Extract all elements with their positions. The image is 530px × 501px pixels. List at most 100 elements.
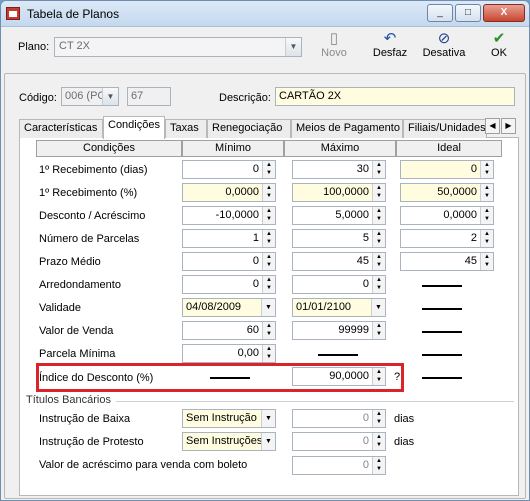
col-header-maximo: Máximo xyxy=(284,140,396,157)
tab-scroll-left-icon[interactable]: ◀ xyxy=(485,118,500,134)
baixa-select[interactable]: Sem Instrução ▼ xyxy=(182,409,276,428)
min-field[interactable]: 0 ▲ ▼ xyxy=(182,252,276,271)
spinner-icon[interactable]: ▲ ▼ xyxy=(480,253,493,270)
spinner-icon[interactable]: ▲ ▼ xyxy=(480,230,493,247)
min-field[interactable]: 0,00 ▲ ▼ xyxy=(182,344,276,363)
ideal-field[interactable]: 2 ▲ ▼ xyxy=(400,229,494,248)
maximize-button[interactable]: □ xyxy=(455,4,481,22)
plano-label: Plano: xyxy=(18,41,50,53)
check-icon: ✔ xyxy=(492,30,506,47)
codigo-select[interactable]: 006 (PC ▼ xyxy=(61,87,119,106)
max-field[interactable]: 5,0000 ▲ ▼ xyxy=(292,206,386,225)
min-field[interactable]: 0 ▲ ▼ xyxy=(182,275,276,294)
acrescimo-field[interactable]: 0 ▲ ▼ xyxy=(292,456,386,475)
spinner-icon[interactable]: ▲ ▼ xyxy=(262,230,275,247)
chevron-down-icon[interactable]: ▼ xyxy=(371,299,385,316)
spinner-icon[interactable]: ▲ ▼ xyxy=(372,276,385,293)
max-field[interactable]: 45 ▲ ▼ xyxy=(292,252,386,271)
spinner-icon[interactable]: ▲ ▼ xyxy=(480,184,493,201)
max-field[interactable]: 5 ▲ ▼ xyxy=(292,229,386,248)
min-field[interactable]: 60 ▲ ▼ xyxy=(182,321,276,340)
spinner-icon[interactable]: ▲ ▼ xyxy=(372,433,385,450)
max-value: 01/01/2100 xyxy=(296,301,352,313)
ideal-value: 2 xyxy=(470,232,477,244)
descricao-label: Descrição: xyxy=(219,92,271,104)
tab-scroll-right-icon[interactable]: ▶ xyxy=(501,118,516,134)
baixa-days-field[interactable]: 0 ▲ ▼ xyxy=(292,409,386,428)
close-button[interactable]: X xyxy=(483,4,525,22)
ideal-field[interactable]: 50,0000 ▲ ▼ xyxy=(400,183,494,202)
tab-caracteristicas[interactable]: Características xyxy=(19,119,103,138)
minimize-button[interactable]: _ xyxy=(427,4,453,22)
chevron-down-icon[interactable]: ▼ xyxy=(102,88,118,105)
max-value: 100,0000 xyxy=(323,186,369,198)
ok-button[interactable]: ✔ OK xyxy=(484,30,514,66)
tab-meios-de-pagamento[interactable]: Meios de Pagamento xyxy=(291,119,403,138)
spinner-icon[interactable]: ▲ ▼ xyxy=(372,184,385,201)
spinner-icon[interactable]: ▲ ▼ xyxy=(372,161,385,178)
protesto-days-field[interactable]: 0 ▲ ▼ xyxy=(292,432,386,451)
spinner-icon[interactable]: ▲ ▼ xyxy=(262,207,275,224)
min-field[interactable]: 0 ▲ ▼ xyxy=(182,160,276,179)
max-field[interactable]: 99999 ▲ ▼ xyxy=(292,321,386,340)
row-label: Parcela Mínima xyxy=(39,348,116,360)
min-value: -10,0000 xyxy=(215,209,259,221)
tab-bar: Características Condições Taxas Renegoci… xyxy=(19,116,519,139)
ideal-field[interactable]: 45 ▲ ▼ xyxy=(400,252,494,271)
chevron-down-icon[interactable]: ▼ xyxy=(261,299,275,316)
spinner-icon[interactable]: ▲ ▼ xyxy=(372,410,385,427)
spinner-icon[interactable]: ▲ ▼ xyxy=(262,322,275,339)
tab-taxas[interactable]: Taxas xyxy=(165,119,207,138)
ideal-field[interactable]: 0,0000 ▲ ▼ xyxy=(400,206,494,225)
row-label: Número de Parcelas xyxy=(39,233,140,245)
spinner-icon[interactable]: ▲ ▼ xyxy=(262,345,275,362)
max-value: 0 xyxy=(362,278,369,290)
max-field[interactable]: 100,0000 ▲ ▼ xyxy=(292,183,386,202)
validade-max-select[interactable]: 01/01/2100 ▼ xyxy=(292,298,386,317)
spinner-icon[interactable]: ▲ ▼ xyxy=(262,276,275,293)
acrescimo-value: 0 xyxy=(362,459,369,471)
row-label: Valor de Venda xyxy=(39,325,114,337)
min-field[interactable]: 1 ▲ ▼ xyxy=(182,229,276,248)
tab-renegociacao[interactable]: Renegociação xyxy=(207,119,291,138)
spinner-icon[interactable]: ▲ ▼ xyxy=(372,457,385,474)
spinner-icon[interactable]: ▲ ▼ xyxy=(372,207,385,224)
window-title: Tabela de Planos xyxy=(27,7,120,21)
novo-button[interactable]: ▯ Novo xyxy=(316,30,352,66)
max-field[interactable]: 30 ▲ ▼ xyxy=(292,160,386,179)
chevron-down-icon[interactable]: ▼ xyxy=(261,433,275,450)
max-value: 30 xyxy=(356,163,369,175)
max-value: 45 xyxy=(356,255,369,267)
spinner-icon[interactable]: ▲ ▼ xyxy=(480,161,493,178)
spinner-icon[interactable]: ▲ ▼ xyxy=(372,322,385,339)
spinner-icon[interactable]: ▲ ▼ xyxy=(372,230,385,247)
tab-condicoes[interactable]: Condições xyxy=(103,116,165,139)
desativa-button[interactable]: ⊘ Desativa xyxy=(420,30,468,66)
chevron-down-icon[interactable]: ▼ xyxy=(261,410,275,427)
min-field[interactable]: 0,0000 ▲ ▼ xyxy=(182,183,276,202)
tab-content-condicoes: Condições Mínimo Máximo Ideal 1º Recebim… xyxy=(19,138,519,496)
plano-select[interactable]: CT 2X ▼ xyxy=(54,37,302,57)
ideal-field[interactable]: 0 ▲ ▼ xyxy=(400,160,494,179)
window: Tabela de Planos _ □ X Plano: CT 2X ▼ ▯ … xyxy=(0,0,530,501)
max-field[interactable]: 0 ▲ ▼ xyxy=(292,275,386,294)
min-value: 0 xyxy=(252,255,259,267)
spinner-icon[interactable]: ▲ ▼ xyxy=(480,207,493,224)
codigo-number-field[interactable]: 67 xyxy=(127,87,171,106)
descricao-field[interactable]: CARTÃO 2X xyxy=(275,87,515,106)
protesto-select[interactable]: Sem Instruções ▼ xyxy=(182,432,276,451)
baixa-label: Instrução de Baixa xyxy=(39,413,131,425)
spinner-icon[interactable]: ▲ ▼ xyxy=(372,253,385,270)
validade-min-select[interactable]: 04/08/2009 ▼ xyxy=(182,298,276,317)
tab-filiais-unidades[interactable]: Filiais/Unidades xyxy=(403,119,487,138)
ideal-empty-dash xyxy=(422,331,462,333)
new-document-icon: ▯ xyxy=(329,30,339,47)
chevron-down-icon[interactable]: ▼ xyxy=(285,38,301,56)
spinner-icon[interactable]: ▲ ▼ xyxy=(262,184,275,201)
spinner-icon[interactable]: ▲ ▼ xyxy=(262,253,275,270)
min-field[interactable]: -10,0000 ▲ ▼ xyxy=(182,206,276,225)
desfaz-button[interactable]: ↶ Desfaz xyxy=(370,30,410,66)
dias-label: dias xyxy=(394,436,415,448)
spinner-icon[interactable]: ▲ ▼ xyxy=(262,161,275,178)
title-bar: Tabela de Planos _ □ X xyxy=(1,1,529,27)
